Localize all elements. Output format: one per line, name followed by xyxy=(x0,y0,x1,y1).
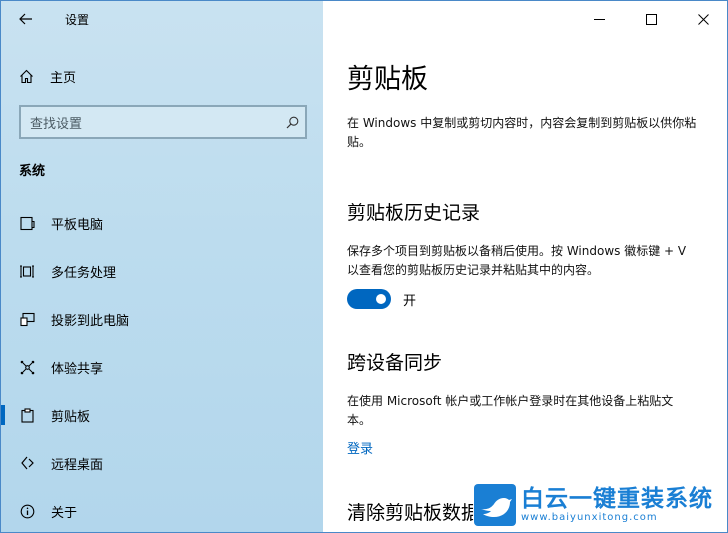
remote-desktop-icon xyxy=(19,455,35,471)
project-icon xyxy=(19,311,35,327)
window-title: 设置 xyxy=(65,13,90,27)
maximize-button[interactable] xyxy=(625,1,677,37)
close-button[interactable] xyxy=(677,1,727,37)
settings-window: 设置 主页 查找设置 系统 平板电脑 多任务处理 投影到此电脑 体验共享 剪贴板… xyxy=(0,0,728,533)
sidebar: 设置 主页 查找设置 系统 平板电脑 多任务处理 投影到此电脑 体验共享 剪贴板… xyxy=(1,1,323,532)
close-icon xyxy=(697,13,709,25)
search-icon xyxy=(286,116,298,128)
sidebar-item-label: 多任务处理 xyxy=(51,265,117,281)
tablet-icon xyxy=(19,215,35,231)
watermark: 白云一键重装系统 www.baiyunxitong.com xyxy=(473,482,721,528)
history-description: 保存多个项目到剪贴板以备稍后使用。按 Windows 徽标键 + V 以查看您的… xyxy=(347,244,687,277)
sidebar-item-label: 平板电脑 xyxy=(51,217,104,233)
sidebar-item-remote-desktop[interactable]: 远程桌面 xyxy=(1,439,323,487)
window-controls xyxy=(573,1,727,37)
page-title: 剪贴板 xyxy=(347,64,428,95)
sidebar-item-about[interactable]: 关于 xyxy=(1,487,323,532)
minimize-icon xyxy=(593,18,605,20)
watermark-bird-logo xyxy=(474,484,516,526)
sync-description: 在使用 Microsoft 帐户或工作帐户登录时在其他设备上粘贴文本。 xyxy=(347,394,674,427)
maximize-icon xyxy=(645,13,657,25)
sidebar-item-label: 体验共享 xyxy=(51,361,104,377)
sidebar-item-label: 剪贴板 xyxy=(51,409,91,425)
clear-heading: 清除剪贴板数据 xyxy=(347,502,481,524)
back-button[interactable] xyxy=(15,9,37,29)
multitasking-icon xyxy=(19,263,35,279)
back-arrow-icon xyxy=(19,13,32,25)
sync-heading: 跨设备同步 xyxy=(347,352,443,374)
sidebar-item-shared-experiences[interactable]: 体验共享 xyxy=(1,343,323,391)
main-content: 剪贴板 在 Windows 中复制或剪切内容时，内容会复制到剪贴板以供你粘贴。 … xyxy=(323,1,727,532)
history-toggle-row: 开 xyxy=(347,289,416,309)
history-heading: 剪贴板历史记录 xyxy=(347,202,481,224)
sidebar-item-tablet[interactable]: 平板电脑 xyxy=(1,199,323,247)
watermark-brand: 白云一键重装系统 xyxy=(521,486,713,512)
clipboard-intro: 在 Windows 中复制或剪切内容时，内容会复制到剪贴板以供你粘贴。 xyxy=(347,116,697,149)
home-link[interactable]: 主页 xyxy=(19,65,76,87)
history-toggle[interactable] xyxy=(347,289,391,309)
shared-experiences-icon xyxy=(19,359,35,375)
watermark-url: www.baiyunxitong.com xyxy=(521,512,658,523)
titlebar-left: 设置 xyxy=(1,1,323,37)
search-box[interactable]: 查找设置 xyxy=(19,105,307,139)
toggle-state-label: 开 xyxy=(403,293,417,309)
info-icon xyxy=(19,503,35,519)
sidebar-item-project[interactable]: 投影到此电脑 xyxy=(1,295,323,343)
home-label: 主页 xyxy=(50,70,77,86)
toggle-knob xyxy=(376,294,386,304)
sidebar-item-label: 关于 xyxy=(51,505,78,521)
sidebar-item-clipboard[interactable]: 剪贴板 xyxy=(1,391,323,439)
search-button[interactable] xyxy=(279,109,305,135)
sidebar-item-label: 远程桌面 xyxy=(51,457,104,473)
search-input[interactable]: 查找设置 xyxy=(30,113,279,132)
home-icon xyxy=(20,69,33,83)
sidebar-item-multitasking[interactable]: 多任务处理 xyxy=(1,247,323,295)
section-title: 系统 xyxy=(19,164,46,179)
clipboard-icon xyxy=(19,407,35,423)
sidebar-item-label: 投影到此电脑 xyxy=(51,313,130,329)
minimize-button[interactable] xyxy=(573,1,625,37)
sign-in-link[interactable]: 登录 xyxy=(347,438,373,457)
sidebar-nav: 平板电脑 多任务处理 投影到此电脑 体验共享 剪贴板 远程桌面 关于 xyxy=(1,199,323,532)
